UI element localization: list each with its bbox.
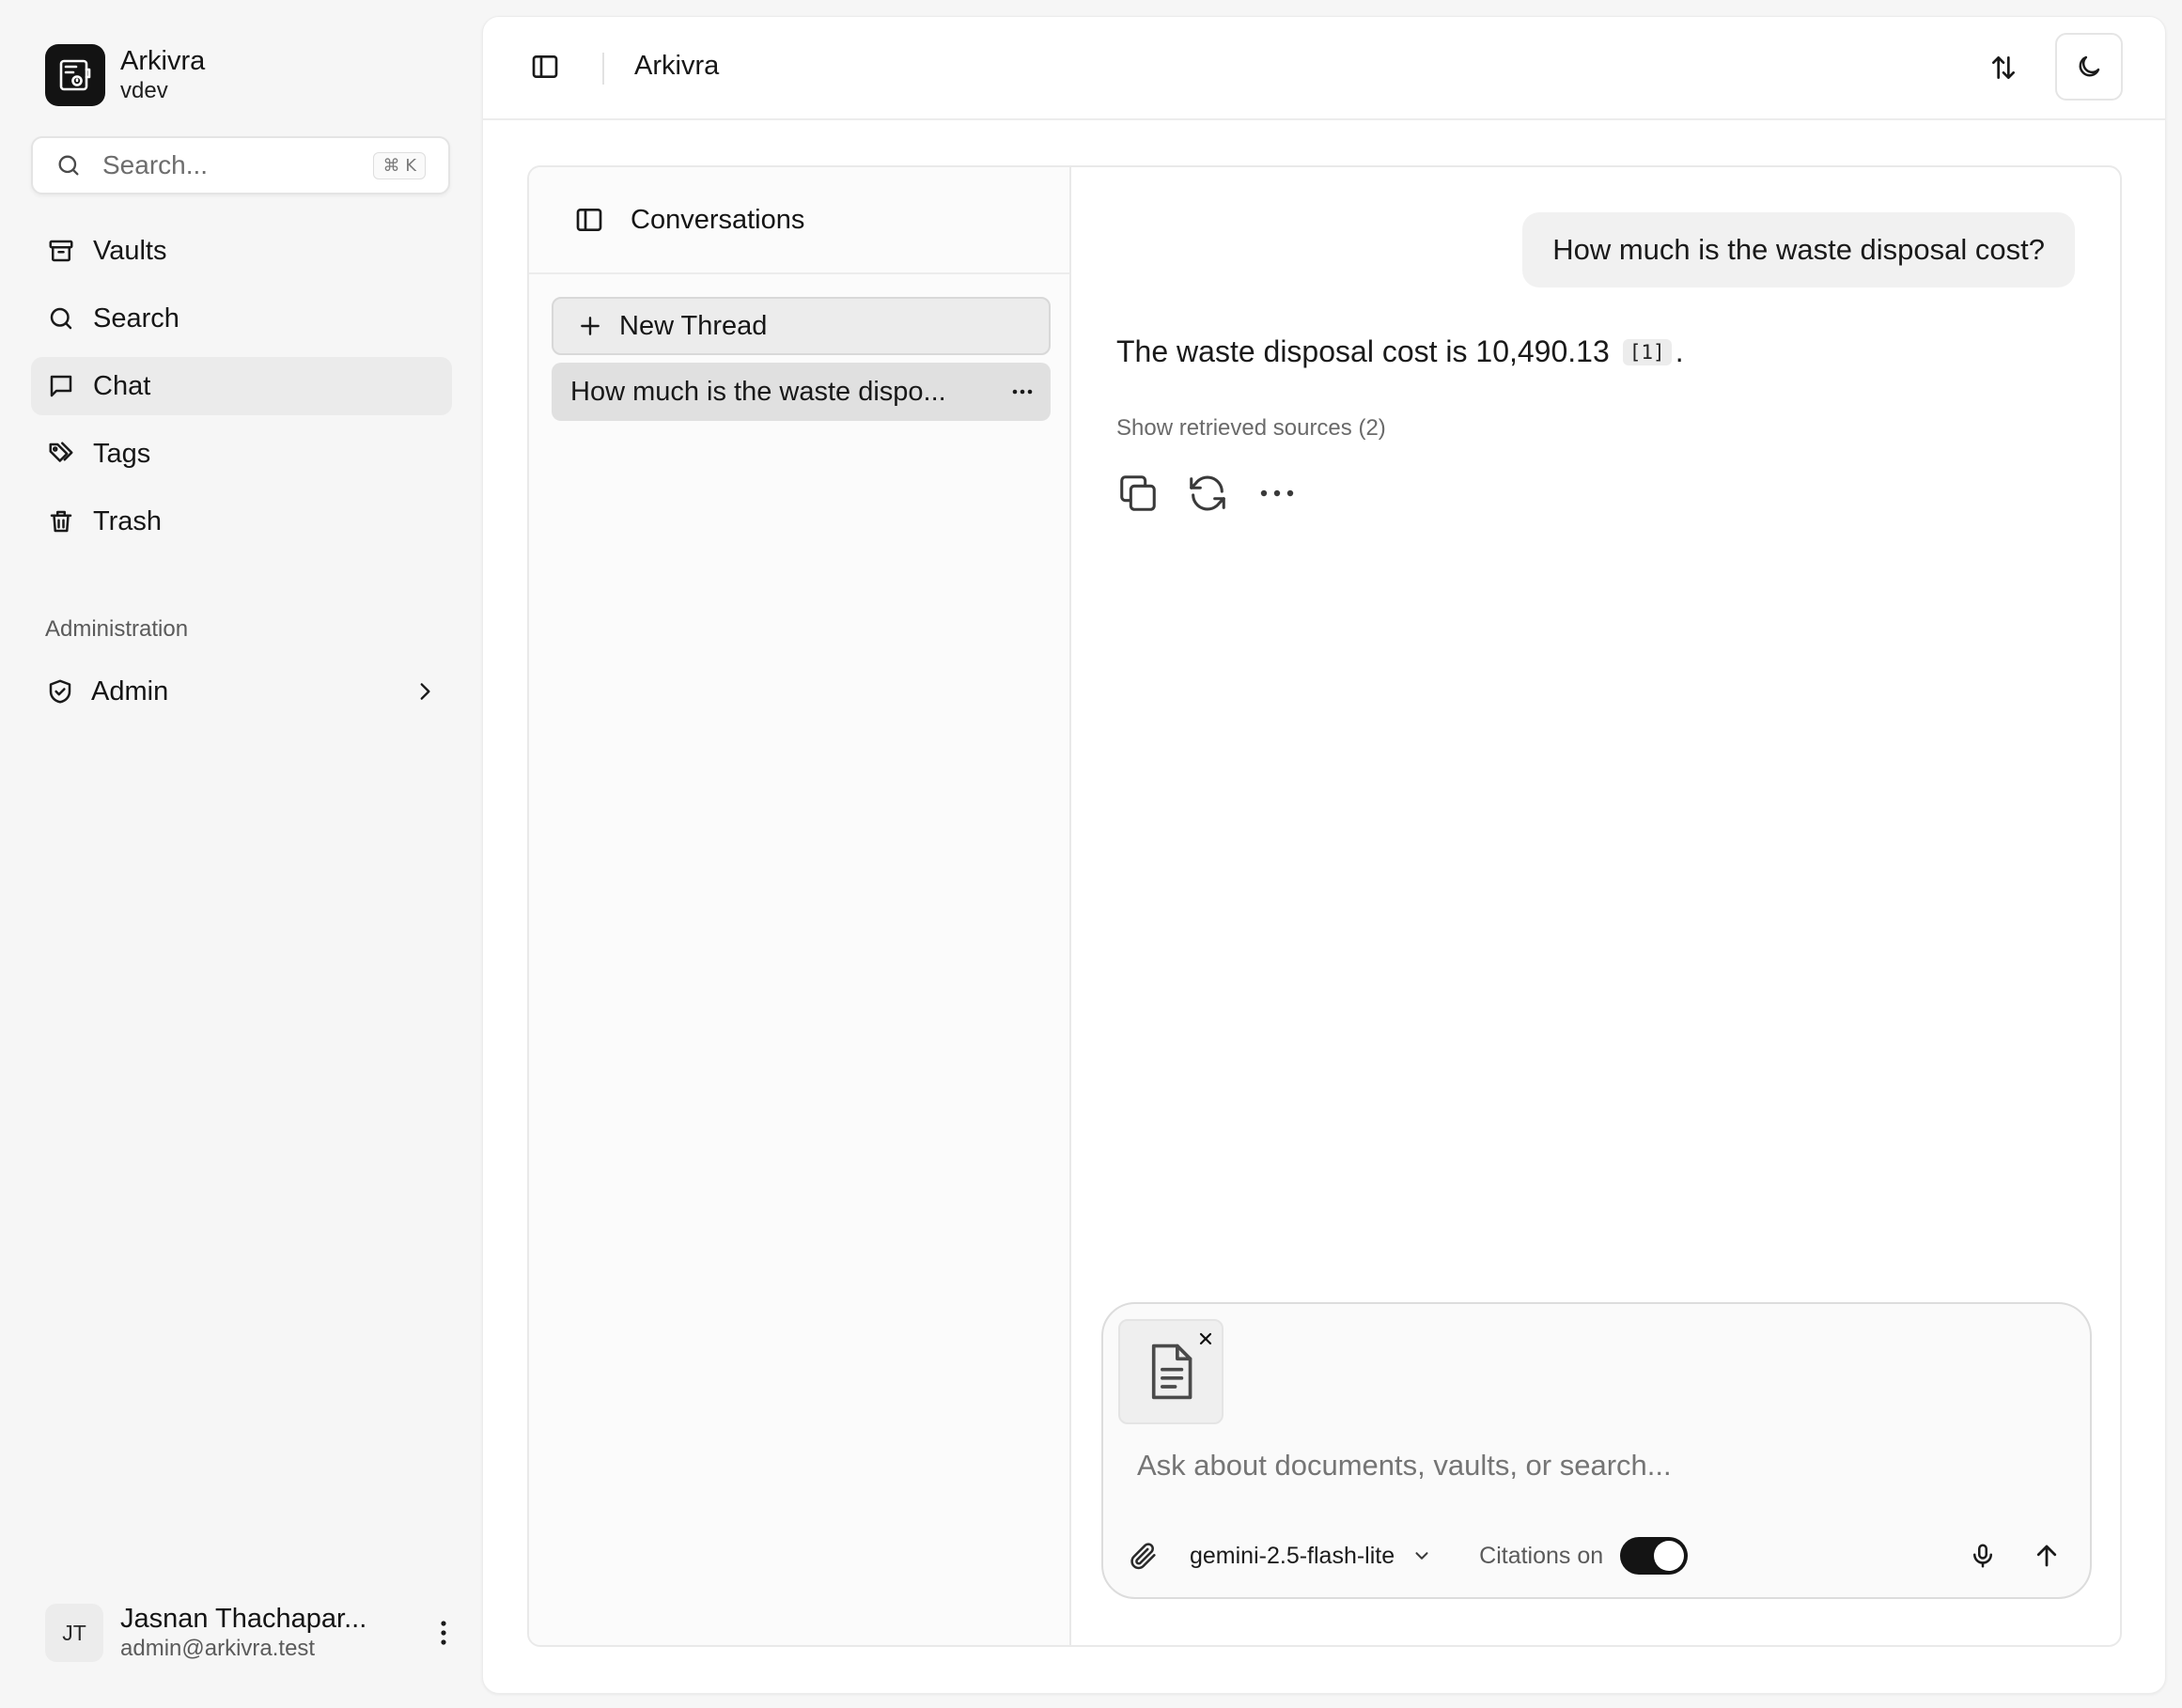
sidebar-item-chat[interactable]: Chat xyxy=(31,357,452,415)
chevron-right-icon xyxy=(413,679,437,704)
sidebar-toggle-icon[interactable] xyxy=(530,52,560,82)
more-horizontal-icon[interactable] xyxy=(1255,472,1299,515)
sidebar-item-admin[interactable]: Admin xyxy=(31,662,452,721)
thread-title: How much is the waste dispo... xyxy=(570,376,946,407)
workspace-switcher[interactable]: Arkivra vdev xyxy=(45,44,205,106)
thread-item[interactable]: How much is the waste dispo... xyxy=(552,363,1051,421)
more-horizontal-icon[interactable] xyxy=(1011,388,1034,396)
sidebar-item-label: Admin xyxy=(91,675,169,706)
answer-suffix: . xyxy=(1675,334,1684,368)
sidebar-search[interactable]: Search... ⌘ K xyxy=(31,136,450,194)
workspace-name: vdev xyxy=(120,78,168,103)
sidebar-item-search[interactable]: Search xyxy=(31,289,452,348)
toggle-knob xyxy=(1654,1541,1685,1571)
sidebar-item-label: Tags xyxy=(93,438,151,469)
composer-toolbar: gemini-2.5-flash-lite Citations on xyxy=(1128,1529,2065,1582)
moon-icon xyxy=(2075,53,2103,81)
close-icon[interactable] xyxy=(1195,1328,1216,1349)
regenerate-icon[interactable] xyxy=(1186,472,1229,515)
app-name: Arkivra xyxy=(120,46,206,76)
new-thread-label: New Thread xyxy=(619,310,768,341)
assistant-message: The waste disposal cost is 10,490.13 [1]… xyxy=(1116,334,1684,369)
page-title: Arkivra xyxy=(634,51,720,81)
send-arrow-icon[interactable] xyxy=(2028,1537,2065,1575)
sidebar-item-vaults[interactable]: Vaults xyxy=(31,222,452,280)
user-name: Jasnan Thachapar... xyxy=(120,1604,367,1634)
show-sources-link[interactable]: Show retrieved sources (2) xyxy=(1116,415,1386,442)
conversations-panel: Conversations New Thread How much is the… xyxy=(529,167,1071,1645)
app-root: Arkivra vdev Search... ⌘ K Vaults Search… xyxy=(0,0,2182,1708)
main-panel: Arkivra Conversations New Thread How muc… xyxy=(482,16,2166,1694)
message-actions xyxy=(1116,472,1299,515)
new-thread-button[interactable]: New Thread xyxy=(552,297,1051,355)
search-placeholder: Search... xyxy=(102,150,209,179)
theme-toggle-button[interactable] xyxy=(2055,33,2123,101)
sidebar-item-trash[interactable]: Trash xyxy=(31,492,452,551)
administration-section-label: Administration xyxy=(45,616,189,642)
sidebar-item-label: Chat xyxy=(93,370,151,401)
conversations-header: Conversations xyxy=(529,167,1069,274)
chat-input[interactable] xyxy=(1137,1449,2058,1483)
model-selector[interactable]: gemini-2.5-flash-lite xyxy=(1190,1543,1432,1570)
paperclip-icon[interactable] xyxy=(1128,1540,1160,1572)
sidebar: Arkivra vdev Search... ⌘ K Vaults Search… xyxy=(0,0,479,1708)
more-vertical-icon[interactable] xyxy=(438,1619,449,1647)
panel-toggle-icon[interactable] xyxy=(574,205,604,235)
citation-badge[interactable]: [1] xyxy=(1622,338,1672,365)
messages-panel: How much is the waste disposal cost? The… xyxy=(1071,167,2120,1645)
trash-icon xyxy=(46,506,76,536)
message-square-icon xyxy=(46,371,76,401)
search-shortcut-badge: ⌘ K xyxy=(373,151,426,179)
answer-text: The waste disposal cost is 10,490.13 xyxy=(1116,334,1610,368)
top-bar: Arkivra xyxy=(483,17,2165,120)
conversations-title: Conversations xyxy=(631,204,805,235)
user-message-bubble: How much is the waste disposal cost? xyxy=(1522,212,2075,287)
copy-icon[interactable] xyxy=(1116,472,1160,515)
chat-container: Conversations New Thread How much is the… xyxy=(527,165,2122,1647)
sidebar-item-label: Vaults xyxy=(93,235,167,266)
microphone-icon[interactable] xyxy=(1964,1537,2002,1575)
model-name: gemini-2.5-flash-lite xyxy=(1190,1542,1395,1569)
divider xyxy=(602,53,604,85)
file-text-icon xyxy=(1145,1342,1197,1402)
user-menu[interactable]: JT Jasnan Thachapar... admin@arkivra.tes… xyxy=(45,1600,449,1666)
search-icon xyxy=(46,303,76,334)
citations-label: Citations on xyxy=(1479,1542,1604,1569)
user-email: admin@arkivra.test xyxy=(120,1636,316,1661)
shield-check-icon xyxy=(46,677,74,706)
chevron-down-icon xyxy=(1411,1545,1432,1566)
app-logo xyxy=(45,44,105,106)
sidebar-nav: Vaults Search Chat Tags Trash xyxy=(31,222,452,560)
sidebar-item-tags[interactable]: Tags xyxy=(31,425,452,483)
search-icon xyxy=(55,152,82,179)
avatar: JT xyxy=(45,1604,103,1662)
archive-icon xyxy=(46,236,76,266)
attachment-chip[interactable] xyxy=(1118,1319,1223,1424)
plus-icon xyxy=(578,314,602,338)
message-composer: gemini-2.5-flash-lite Citations on xyxy=(1101,1302,2092,1599)
citations-toggle[interactable] xyxy=(1620,1537,1689,1575)
sidebar-item-label: Trash xyxy=(93,505,163,536)
sidebar-item-label: Search xyxy=(93,303,179,334)
sort-toggle-icon[interactable] xyxy=(1988,53,2018,83)
tags-icon xyxy=(46,439,76,469)
